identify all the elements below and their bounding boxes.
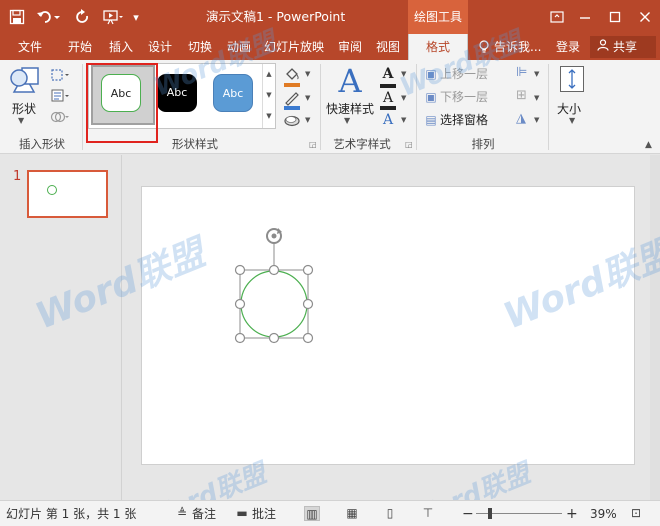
tab-insert[interactable]: 插入 bbox=[102, 34, 140, 60]
zoom-out-button[interactable]: − bbox=[462, 501, 474, 526]
context-tab-drawing-tools: 绘图工具 bbox=[408, 0, 468, 34]
resize-handles[interactable] bbox=[234, 264, 314, 344]
slide-thumbnail[interactable] bbox=[27, 170, 108, 218]
size-icon[interactable] bbox=[560, 66, 584, 92]
vertical-scrollbar[interactable] bbox=[650, 155, 660, 500]
login-link[interactable]: 登录 bbox=[556, 34, 580, 60]
gallery-down-icon[interactable]: ▼ bbox=[263, 85, 275, 106]
chevron-down-icon: ▼ bbox=[305, 116, 311, 124]
chevron-down-icon: ▼ bbox=[401, 116, 407, 124]
slide-canvas[interactable] bbox=[141, 186, 635, 465]
style-highlight-box bbox=[86, 63, 158, 143]
gallery-scroll: ▲ ▼ ▼ bbox=[262, 64, 275, 128]
group-label-arrange: 排列 bbox=[471, 137, 495, 151]
group-separator bbox=[320, 64, 321, 150]
chevron-down-icon: ▼ bbox=[534, 94, 540, 102]
dialog-launcher-icon[interactable]: ◲ bbox=[405, 140, 413, 149]
tab-design[interactable]: 设计 bbox=[142, 34, 178, 60]
chevron-down-icon: ▼ bbox=[569, 116, 576, 125]
slide-count-status: 幻灯片 第 1 张，共 1 张 bbox=[6, 507, 137, 521]
gallery-up-icon[interactable]: ▲ bbox=[263, 64, 275, 85]
group-label-insert-shapes: 插入形状 bbox=[19, 137, 65, 151]
title-bar: ▾ 演示文稿1 - PowerPoint 绘图工具 bbox=[0, 0, 660, 34]
tab-view[interactable]: 视图 bbox=[370, 34, 406, 60]
comments-button[interactable]: 批注 bbox=[252, 501, 276, 526]
shape-effects-icon[interactable] bbox=[280, 110, 304, 130]
ribbon-tab-row: 文件 开始 插入 设计 切换 动画 幻灯片放映 审阅 视图 格式 告诉我... … bbox=[0, 34, 660, 60]
selection-pane-icon: ▤ bbox=[425, 113, 437, 127]
comment-icon[interactable]: ▬ bbox=[234, 506, 250, 521]
chevron-down-icon: ▼ bbox=[18, 116, 25, 125]
size-button[interactable]: 大小 bbox=[557, 100, 581, 117]
person-icon bbox=[596, 36, 610, 58]
group-label-wordart-styles: 艺术字样式 bbox=[333, 137, 391, 151]
text-outline-icon[interactable]: A bbox=[376, 88, 400, 108]
share-label: 共享 bbox=[613, 40, 638, 54]
reading-view-icon[interactable]: ▯ bbox=[382, 506, 398, 521]
quick-styles-button[interactable]: 快速样式 bbox=[326, 100, 374, 117]
wordart-quick-styles-icon[interactable]: A bbox=[332, 64, 368, 98]
circle-shape[interactable] bbox=[240, 270, 308, 338]
notes-icon[interactable]: ≜ bbox=[174, 506, 190, 521]
rotate-handle-icon[interactable] bbox=[266, 228, 282, 244]
zoom-slider-thumb[interactable] bbox=[487, 508, 492, 519]
collapse-ribbon-icon[interactable]: ▲ bbox=[645, 140, 652, 150]
tab-file[interactable]: 文件 bbox=[8, 34, 52, 60]
thumbnail-circle bbox=[47, 185, 57, 195]
text-box-icon[interactable] bbox=[50, 87, 74, 105]
dialog-launcher-icon[interactable]: ◲ bbox=[309, 140, 317, 149]
tab-home[interactable]: 开始 bbox=[60, 34, 100, 60]
chevron-down-icon: ▼ bbox=[534, 70, 540, 78]
align-icon[interactable]: ⊫ bbox=[516, 65, 527, 80]
chevron-down-icon: ▼ bbox=[534, 116, 540, 124]
status-bar: 幻灯片 第 1 张，共 1 张 ≜ 备注 ▬ 批注 ▥ ▦ ▯ ⊤ − + 39… bbox=[0, 500, 660, 526]
notes-button[interactable]: 备注 bbox=[192, 501, 216, 526]
shapes-button[interactable]: 形状 bbox=[12, 100, 36, 117]
zoom-level[interactable]: 39% bbox=[590, 501, 617, 526]
fill-color-bar bbox=[284, 83, 300, 87]
undo-icon[interactable] bbox=[34, 0, 64, 34]
selection-pane-button[interactable]: ▤ 选择窗格 bbox=[424, 110, 488, 130]
save-icon[interactable] bbox=[6, 0, 28, 34]
fit-slide-icon[interactable]: ⊡ bbox=[628, 506, 644, 521]
chevron-down-icon: ▼ bbox=[305, 94, 311, 102]
slide-number: 1 bbox=[13, 169, 22, 184]
shapes-icon[interactable] bbox=[8, 66, 42, 96]
slide-sorter-icon[interactable]: ▦ bbox=[344, 506, 360, 521]
start-from-beginning-icon[interactable] bbox=[100, 0, 126, 34]
merge-shapes-icon[interactable] bbox=[50, 108, 74, 126]
maximize-icon[interactable] bbox=[600, 0, 630, 34]
text-effects-icon[interactable]: A bbox=[376, 110, 400, 130]
selected-circle-shape[interactable] bbox=[230, 224, 322, 344]
shape-fill-icon[interactable] bbox=[280, 64, 304, 84]
normal-view-icon[interactable]: ▥ bbox=[304, 506, 320, 521]
window-title: 演示文稿1 - PowerPoint bbox=[206, 9, 346, 24]
customize-qat-icon[interactable]: ▾ bbox=[128, 0, 144, 34]
ribbon-display-options-icon[interactable] bbox=[542, 0, 572, 34]
minimize-icon[interactable] bbox=[570, 0, 600, 34]
chevron-down-icon: ▼ bbox=[305, 70, 311, 78]
rotate-icon[interactable]: ◮ bbox=[516, 111, 526, 126]
slideshow-view-icon[interactable]: ⊤ bbox=[420, 506, 436, 521]
tab-review[interactable]: 审阅 bbox=[332, 34, 368, 60]
share-button[interactable]: 共享 bbox=[590, 36, 656, 58]
zoom-in-button[interactable]: + bbox=[566, 501, 578, 526]
group-objects-icon[interactable]: ⊞ bbox=[516, 88, 527, 103]
close-icon[interactable] bbox=[630, 0, 660, 34]
group-separator bbox=[82, 64, 83, 150]
edit-shape-icon[interactable] bbox=[50, 66, 74, 84]
group-separator bbox=[548, 64, 549, 150]
gallery-more-icon[interactable]: ▼ bbox=[263, 106, 275, 127]
shape-outline-icon[interactable] bbox=[280, 88, 304, 108]
chevron-down-icon: ▼ bbox=[344, 116, 351, 125]
redo-icon[interactable] bbox=[72, 0, 94, 34]
